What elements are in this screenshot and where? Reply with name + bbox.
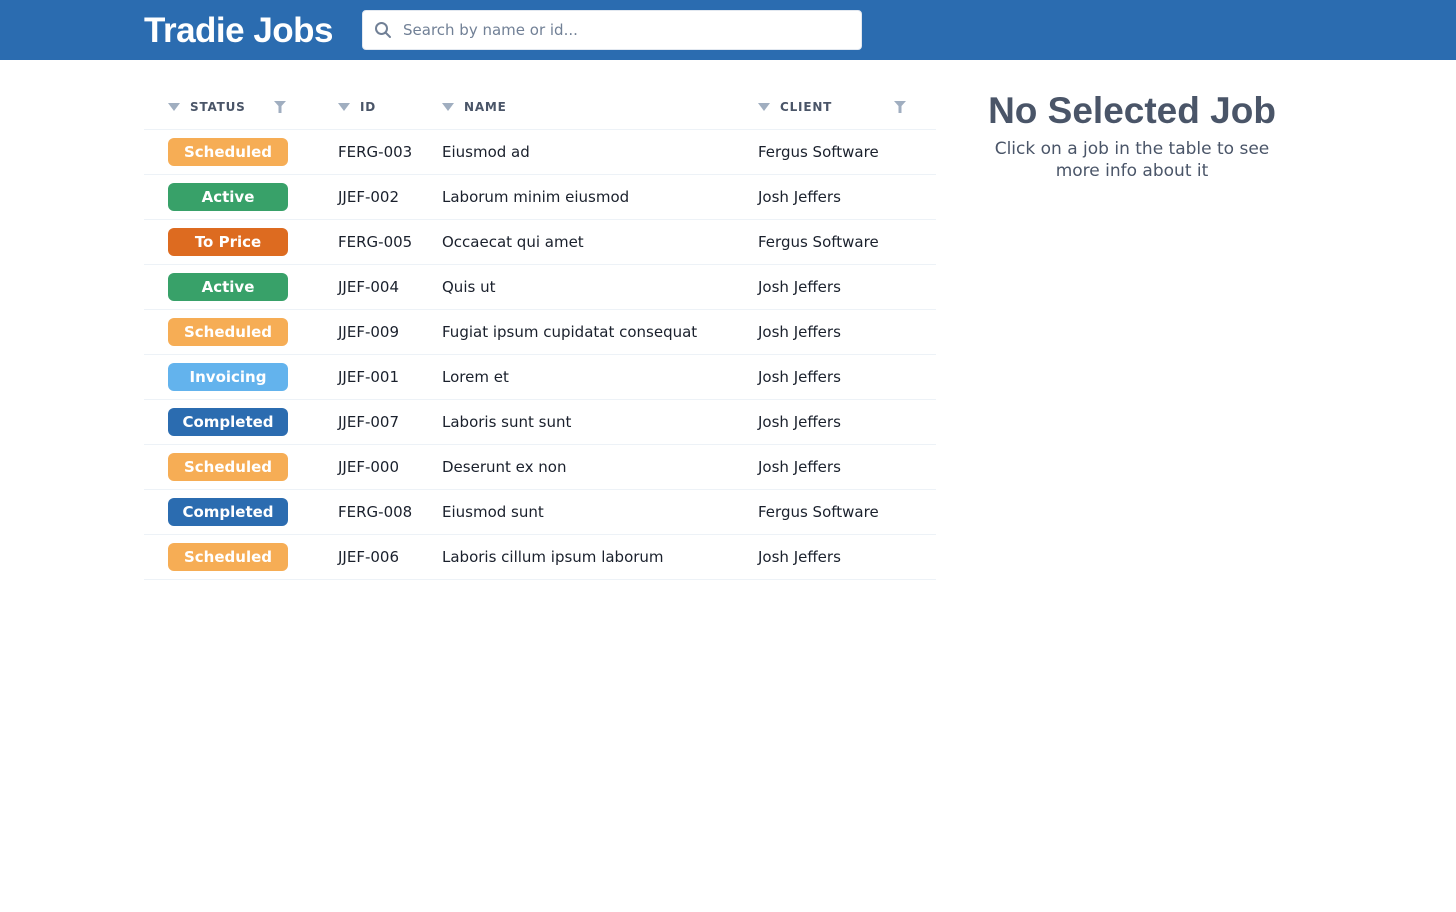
- status-badge: To Price: [168, 227, 288, 256]
- cell-name: Fugiat ipsum cupidatat consequat: [442, 309, 758, 355]
- cell-client: Fergus Software: [758, 219, 936, 265]
- cell-name: Deserunt ex non: [442, 444, 758, 490]
- search-input[interactable]: [403, 12, 861, 48]
- detail-message: Click on a job in the table to see more …: [994, 139, 1270, 181]
- table-row[interactable]: Completed FERG-008 Eiusmod sunt Fergus Soft…: [144, 489, 936, 535]
- cell-name: Eiusmod ad: [442, 129, 758, 175]
- app-header: Tradie Jobs: [0, 0, 1456, 60]
- status-badge: Active: [168, 182, 288, 211]
- table-row[interactable]: Invoicing JJEF-001 Lorem et Josh Jeffers: [144, 354, 936, 400]
- status-badge: Completed: [168, 497, 288, 526]
- cell-id: FERG-003: [314, 129, 442, 175]
- cell-status: To Price: [144, 219, 314, 265]
- detail-title: No Selected Job: [988, 90, 1276, 131]
- cell-id: FERG-005: [314, 219, 442, 265]
- cell-status: Scheduled: [144, 309, 314, 355]
- cell-id: JJEF-001: [314, 354, 442, 400]
- cell-id: JJEF-002: [314, 174, 442, 220]
- cell-name: Laborum minim eiusmod: [442, 174, 758, 220]
- cell-client: Josh Jeffers: [758, 264, 936, 310]
- table-row[interactable]: Active JJEF-002 Laborum minim eiusmod Josh …: [144, 174, 936, 220]
- table-row[interactable]: Scheduled JJEF-000 Deserunt ex non Josh Jef…: [144, 444, 936, 490]
- status-badge: Scheduled: [168, 137, 288, 166]
- cell-id: JJEF-009: [314, 309, 442, 355]
- cell-name: Quis ut: [442, 264, 758, 310]
- cell-client: Fergus Software: [758, 489, 936, 535]
- cell-status: Active: [144, 174, 314, 220]
- table-row[interactable]: Scheduled JJEF-009 Fugiat ipsum cupidatat …: [144, 309, 936, 355]
- sort-down-icon[interactable]: [758, 103, 770, 112]
- table-row[interactable]: Scheduled FERG-003 Eiusmod ad Fergus Softwa…: [144, 129, 936, 175]
- search-box[interactable]: [362, 10, 862, 50]
- column-header-name[interactable]: NAME: [442, 86, 758, 130]
- cell-status: Completed: [144, 489, 314, 535]
- status-badge: Scheduled: [168, 452, 288, 481]
- column-label-client: CLIENT: [780, 100, 833, 115]
- cell-id: JJEF-007: [314, 399, 442, 445]
- search-icon: [363, 11, 403, 49]
- cell-client: Josh Jeffers: [758, 174, 936, 220]
- cell-name: Occaecat qui amet: [442, 219, 758, 265]
- cell-id: FERG-008: [314, 489, 442, 535]
- cell-name: Lorem et: [442, 354, 758, 400]
- cell-client: Josh Jeffers: [758, 354, 936, 400]
- column-label-status: STATUS: [190, 100, 246, 115]
- cell-id: JJEF-006: [314, 534, 442, 580]
- cell-name: Laboris sunt sunt: [442, 399, 758, 445]
- cell-status: Scheduled: [144, 444, 314, 490]
- table-header-row: STATUS ID NAME CLIENT: [144, 86, 936, 130]
- cell-status: Active: [144, 264, 314, 310]
- cell-status: Scheduled: [144, 129, 314, 175]
- column-label-id: ID: [360, 100, 377, 115]
- filter-icon[interactable]: [274, 101, 286, 114]
- status-badge: Scheduled: [168, 317, 288, 346]
- jobs-table: STATUS ID NAME CLIENT Scheduled FERG-003…: [144, 86, 936, 580]
- column-header-client[interactable]: CLIENT: [758, 86, 936, 130]
- cell-client: Josh Jeffers: [758, 534, 936, 580]
- app-title: Tradie Jobs: [144, 11, 334, 50]
- filter-icon[interactable]: [894, 101, 906, 114]
- table-row[interactable]: Completed JJEF-007 Laboris sunt sunt Josh J…: [144, 399, 936, 445]
- cell-status: Completed: [144, 399, 314, 445]
- cell-client: Josh Jeffers: [758, 399, 936, 445]
- cell-status: Invoicing: [144, 354, 314, 400]
- jobs-table-container: STATUS ID NAME CLIENT Scheduled FERG-003…: [144, 86, 936, 580]
- status-badge: Completed: [168, 407, 288, 436]
- cell-client: Fergus Software: [758, 129, 936, 175]
- column-label-name: NAME: [464, 100, 507, 115]
- table-row[interactable]: To Price FERG-005 Occaecat qui amet Fergus …: [144, 219, 936, 265]
- status-badge: Active: [168, 272, 288, 301]
- table-body: Scheduled FERG-003 Eiusmod ad Fergus Softwa…: [144, 129, 936, 580]
- table-row[interactable]: Scheduled JJEF-006 Laboris cillum ipsum la…: [144, 534, 936, 580]
- cell-id: JJEF-004: [314, 264, 442, 310]
- cell-name: Eiusmod sunt: [442, 489, 758, 535]
- cell-client: Josh Jeffers: [758, 444, 936, 490]
- sort-down-icon[interactable]: [442, 103, 454, 112]
- column-header-id[interactable]: ID: [314, 86, 442, 130]
- cell-status: Scheduled: [144, 534, 314, 580]
- column-header-status[interactable]: STATUS: [144, 86, 314, 130]
- job-detail-panel: No Selected Job Click on a job in the ta…: [960, 88, 1304, 182]
- cell-name: Laboris cillum ipsum laborum: [442, 534, 758, 580]
- cell-id: JJEF-000: [314, 444, 442, 490]
- status-badge: Invoicing: [168, 362, 288, 391]
- cell-client: Josh Jeffers: [758, 309, 936, 355]
- sort-down-icon[interactable]: [168, 103, 180, 112]
- table-row[interactable]: Active JJEF-004 Quis ut Josh Jeffers: [144, 264, 936, 310]
- sort-down-icon[interactable]: [338, 103, 350, 112]
- status-badge: Scheduled: [168, 542, 288, 571]
